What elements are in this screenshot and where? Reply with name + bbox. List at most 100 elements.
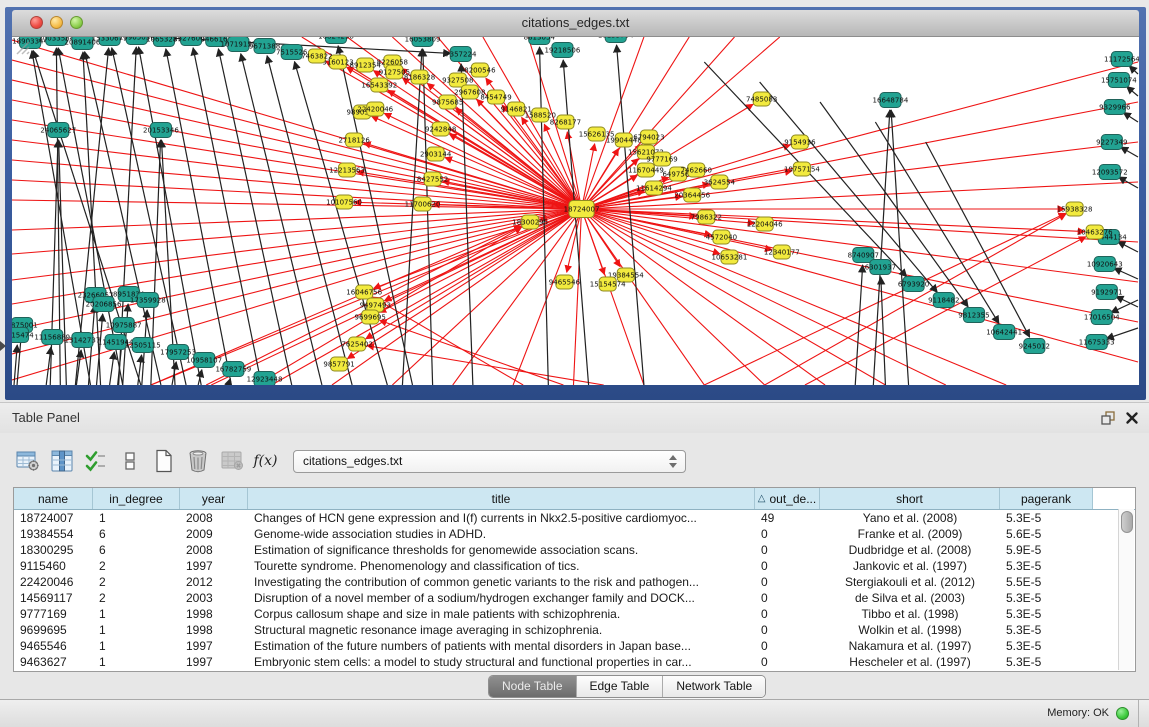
cell-title: Changes of HCN gene expression and I(f) … xyxy=(248,510,755,526)
graph-node-label: 11700620 xyxy=(405,200,441,209)
citation-edge-red[interactable] xyxy=(582,209,765,385)
table-settings-icon[interactable] xyxy=(14,448,41,474)
cell-out_de: 0 xyxy=(755,654,820,670)
memory-ok-indicator-icon[interactable] xyxy=(1116,707,1129,720)
cell-title: Genome-wide association studies in ADHD. xyxy=(248,526,755,542)
unselect-rows-icon[interactable] xyxy=(116,448,143,474)
citation-edge-black[interactable] xyxy=(166,49,232,385)
citation-edge-red[interactable] xyxy=(373,297,523,385)
citation-edge-black[interactable] xyxy=(881,277,886,385)
graph-node-label: 12204046 xyxy=(747,220,783,229)
citation-edge-red[interactable] xyxy=(582,209,946,385)
column-header-year[interactable]: year xyxy=(180,488,248,509)
scrollbar-thumb[interactable] xyxy=(1121,511,1133,533)
cell-short: Yano et al. (2008) xyxy=(820,510,1000,526)
network-window-titlebar[interactable]: citations_edges.txt xyxy=(12,10,1139,37)
network-canvas[interactable]: 1890334420033584208914061533067919965036… xyxy=(12,37,1139,385)
citation-edge-red[interactable] xyxy=(573,209,581,385)
citation-edge-red[interactable] xyxy=(12,209,582,254)
citation-edge-black[interactable] xyxy=(228,379,230,385)
citation-network-graph[interactable]: 1890334420033584208914061533067919965036… xyxy=(12,37,1139,385)
tab-edge-table[interactable]: Edge Table xyxy=(577,676,664,697)
citation-edge-black[interactable] xyxy=(461,64,473,385)
table-row[interactable]: 977716911998Corpus callosum shape and si… xyxy=(14,606,1135,622)
new-document-icon[interactable] xyxy=(150,448,177,474)
table-row[interactable]: 1456911722003Disruption of a novel membe… xyxy=(14,590,1135,606)
table-row[interactable]: 2242004622012Investigating the contribut… xyxy=(14,574,1135,590)
citation-edge-black[interactable] xyxy=(1123,112,1138,122)
citation-edge-red[interactable] xyxy=(765,214,1066,385)
cell-year: 2009 xyxy=(180,526,248,542)
graph-node-label: 7986322 xyxy=(691,213,722,222)
graph-node-label: 12923448 xyxy=(247,375,283,384)
table-body: 1872400712008Changes of HCN gene express… xyxy=(14,510,1135,670)
graph-node-label: 6794023 xyxy=(633,133,664,142)
citation-edge-red[interactable] xyxy=(582,209,1085,232)
delete-trash-icon[interactable] xyxy=(184,448,211,474)
column-header-out_de[interactable]: △out_de... xyxy=(755,488,820,509)
graph-node-label: 8200546 xyxy=(464,66,496,75)
table-row[interactable]: 946362711997Embryonic stem cells: a mode… xyxy=(14,654,1135,670)
cell-short: Hescheler et al. (1997) xyxy=(820,654,1000,670)
citation-edge-black[interactable] xyxy=(1127,86,1138,96)
graph-node-label: 10653281 xyxy=(712,253,748,262)
column-label: title xyxy=(492,492,511,506)
column-header-title[interactable]: title xyxy=(248,488,755,509)
graph-node-label: 2903144 xyxy=(420,150,452,159)
cell-title: Estimation of significance thresholds fo… xyxy=(248,542,755,558)
column-header-in_degree[interactable]: in_degree xyxy=(93,488,180,509)
citation-edge-black[interactable] xyxy=(1118,242,1138,252)
citation-edge-red[interactable] xyxy=(347,209,581,359)
citation-edge-black[interactable] xyxy=(1111,300,1138,313)
citation-edge-black[interactable] xyxy=(1129,66,1138,74)
select-rows-icon[interactable] xyxy=(82,448,109,474)
cell-short: Tibbo et al. (1998) xyxy=(820,606,1000,622)
citation-edge-black[interactable] xyxy=(139,47,202,385)
table-row[interactable]: 911546021997Tourette syndrome. Phenomeno… xyxy=(14,558,1135,574)
table-row[interactable]: 1938455462009Genome-wide association stu… xyxy=(14,526,1135,542)
citation-edge-red[interactable] xyxy=(582,209,1138,362)
table-row[interactable]: 969969511998Structural magnetic resonanc… xyxy=(14,622,1135,638)
citation-edge-black[interactable] xyxy=(1114,268,1138,279)
function-builder-icon[interactable]: f(x) xyxy=(252,448,279,474)
citation-edge-red[interactable] xyxy=(12,140,582,209)
graph-node-label: 7357224 xyxy=(445,50,477,59)
graph-node-label: 3624554 xyxy=(704,178,736,187)
column-header-name[interactable]: name xyxy=(14,488,93,509)
citation-edge-black[interactable] xyxy=(820,102,968,307)
table-row[interactable]: 1830029562008Estimation of significance … xyxy=(14,542,1135,558)
cell-year: 2012 xyxy=(180,574,248,590)
tab-node-table[interactable]: Node Table xyxy=(489,676,577,697)
column-label: name xyxy=(38,492,68,506)
close-panel-icon[interactable] xyxy=(1125,411,1139,425)
canvas-resize-grip[interactable] xyxy=(12,37,30,55)
table-vertical-scrollbar[interactable] xyxy=(1118,509,1134,670)
table-row[interactable]: 946554611997Estimation of the future num… xyxy=(14,638,1135,654)
float-panel-icon[interactable] xyxy=(1101,411,1115,425)
delete-table-icon[interactable] xyxy=(218,448,245,474)
graph-node-label: 7625402 xyxy=(341,340,372,349)
graph-node-label: 20206856 xyxy=(86,300,122,309)
cell-name: 18724007 xyxy=(14,510,93,526)
tab-network-table[interactable]: Network Table xyxy=(663,676,765,697)
citation-edge-black[interactable] xyxy=(1121,147,1138,157)
graph-node-label: 9777169 xyxy=(646,155,677,164)
table-selector-dropdown[interactable]: citations_edges.txt xyxy=(293,450,686,473)
cell-out_de: 0 xyxy=(755,638,820,654)
cell-in_degree: 2 xyxy=(93,558,180,574)
citation-edge-black[interactable] xyxy=(617,45,644,385)
citation-edge-red[interactable] xyxy=(12,100,582,209)
column-visibility-icon[interactable] xyxy=(48,448,75,474)
citation-edge-black[interactable] xyxy=(110,352,115,385)
citation-edge-black[interactable] xyxy=(760,82,938,292)
citation-edge-red[interactable] xyxy=(12,60,582,209)
graph-node-label: 8813054 xyxy=(524,37,556,41)
cell-in_degree: 2 xyxy=(93,590,180,606)
cytopanel-collapse-arrow-icon[interactable] xyxy=(0,341,6,351)
column-header-short[interactable]: short xyxy=(820,488,1000,509)
table-row[interactable]: 1872400712008Changes of HCN gene express… xyxy=(14,510,1135,526)
citation-edge-red[interactable] xyxy=(582,37,644,209)
citation-edge-red[interactable] xyxy=(582,209,705,385)
column-header-pagerank[interactable]: pagerank xyxy=(1000,488,1093,509)
cell-pagerank: 5.3E-5 xyxy=(1000,590,1093,606)
